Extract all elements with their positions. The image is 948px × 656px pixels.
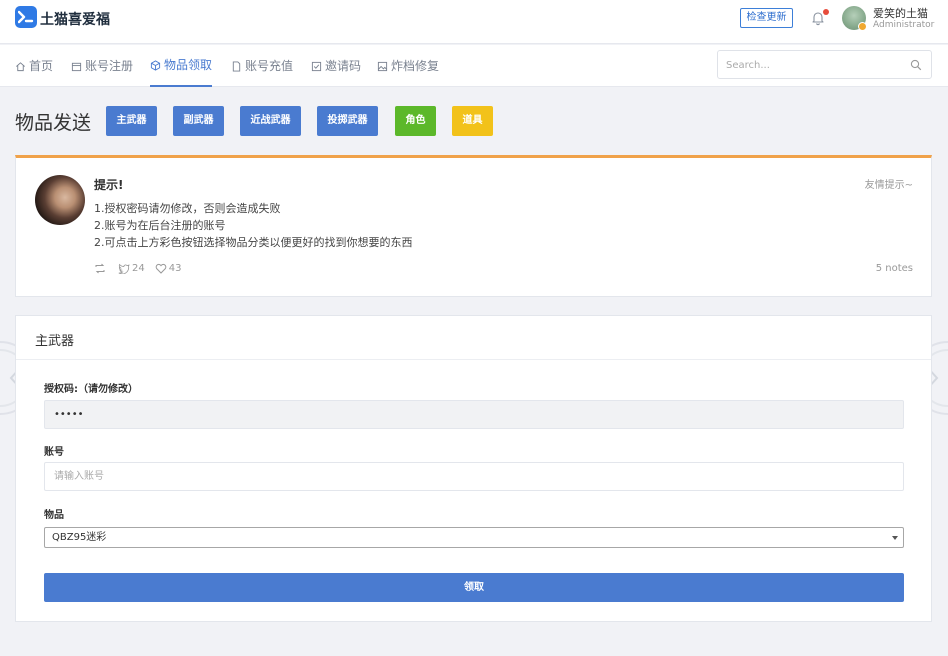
nav-item-item-claim[interactable]: 物品领取 [150,45,213,87]
user-name[interactable]: 爱笑的土猫 [873,5,928,21]
category-button-throwable-weapon[interactable]: 投掷武器 [317,106,378,136]
item-form-panel: 主武器 授权码:（请勿修改） 账号 物品 QBZ95迷彩 领取 [15,315,932,622]
check-update-button[interactable]: 检查更新 [740,8,793,28]
search-input[interactable] [726,57,906,73]
nav-label: 炸档修复 [391,59,440,73]
tip-line: 2.可点击上方彩色按钮选择物品分类以便更好的找到你想要的东西 [94,236,413,249]
top-header: 土猫喜爱福 检查更新 爱笑的土猫 Administrator [0,0,948,44]
nav-label: 首页 [29,59,54,73]
notes-count[interactable]: 5 notes [876,263,913,274]
category-button-props[interactable]: 道具 [452,106,493,136]
nav-label: 邀请码 [325,59,362,73]
check-square-icon [311,61,322,71]
category-button-melee-weapon[interactable]: 近战武器 [240,106,301,136]
caret-down-icon [892,536,898,540]
nav-item-invite-code[interactable]: 邀请码 [311,45,361,87]
category-button-secondary-weapon[interactable]: 副武器 [173,106,224,136]
search-icon[interactable] [910,59,922,71]
form-header: 主武器 [16,316,931,360]
category-button-character[interactable]: 角色 [395,106,436,136]
item-label: 物品 [44,510,64,521]
auth-code-field[interactable] [44,400,904,429]
heart-icon [155,263,167,274]
share-count: 24 [132,263,145,274]
nav-label: 账号注册 [85,59,134,73]
image-icon [377,61,388,71]
page-title: 物品发送 [15,112,92,134]
nav-label: 账号充值 [245,59,294,73]
notification-dot [823,9,829,15]
user-avatar[interactable] [842,6,867,31]
main-nav: 首页 账号注册 物品领取 账号充值 邀请码 炸档修复 [0,45,948,87]
calendar-icon [71,62,82,71]
status-badge [858,22,867,31]
twitter-icon [118,263,130,274]
account-field[interactable] [44,462,904,491]
tip-hint: 友情提示~ [864,180,913,191]
form-heading: 主武器 [35,334,75,349]
app-name[interactable]: 土猫喜爱福 [40,9,110,29]
nav-item-account-register[interactable]: 账号注册 [71,45,133,87]
like-count: 43 [168,263,182,274]
tip-stats: 24 43 [94,263,181,274]
nav-item-home[interactable]: 首页 [15,45,53,87]
tip-line: 2.账号为在后台注册的账号 [94,219,226,232]
item-select-value: QBZ95迷彩 [52,532,107,543]
tip-line: 1.授权密码请勿修改，否则会造成失败 [94,202,281,215]
account-label: 账号 [44,447,64,458]
nav-item-account-recharge[interactable]: 账号充值 [231,45,293,87]
like-stat[interactable]: 43 [155,263,182,274]
share-stat[interactable]: 24 [118,263,145,274]
app-logo-icon[interactable] [15,6,37,28]
claim-button[interactable]: 领取 [44,573,904,602]
file-icon [232,60,241,72]
nav-item-save-repair[interactable]: 炸档修复 [377,45,439,87]
box-icon [150,59,161,71]
nav-label: 物品领取 [164,58,213,72]
item-select[interactable]: QBZ95迷彩 [44,527,904,548]
auth-code-label: 授权码:（请勿修改） [44,384,138,395]
tip-title: 提示! [94,178,124,192]
user-role: Administrator [873,20,935,30]
tip-panel: 提示! 1.授权密码请勿修改，否则会造成失败 2.账号为在后台注册的账号 2.可… [15,155,932,297]
search-box [717,50,932,79]
retweet-stat[interactable] [94,263,108,274]
tip-avatar [35,175,85,225]
home-icon [16,61,25,71]
retweet-icon [95,263,105,274]
category-button-primary-weapon[interactable]: 主武器 [106,106,157,136]
